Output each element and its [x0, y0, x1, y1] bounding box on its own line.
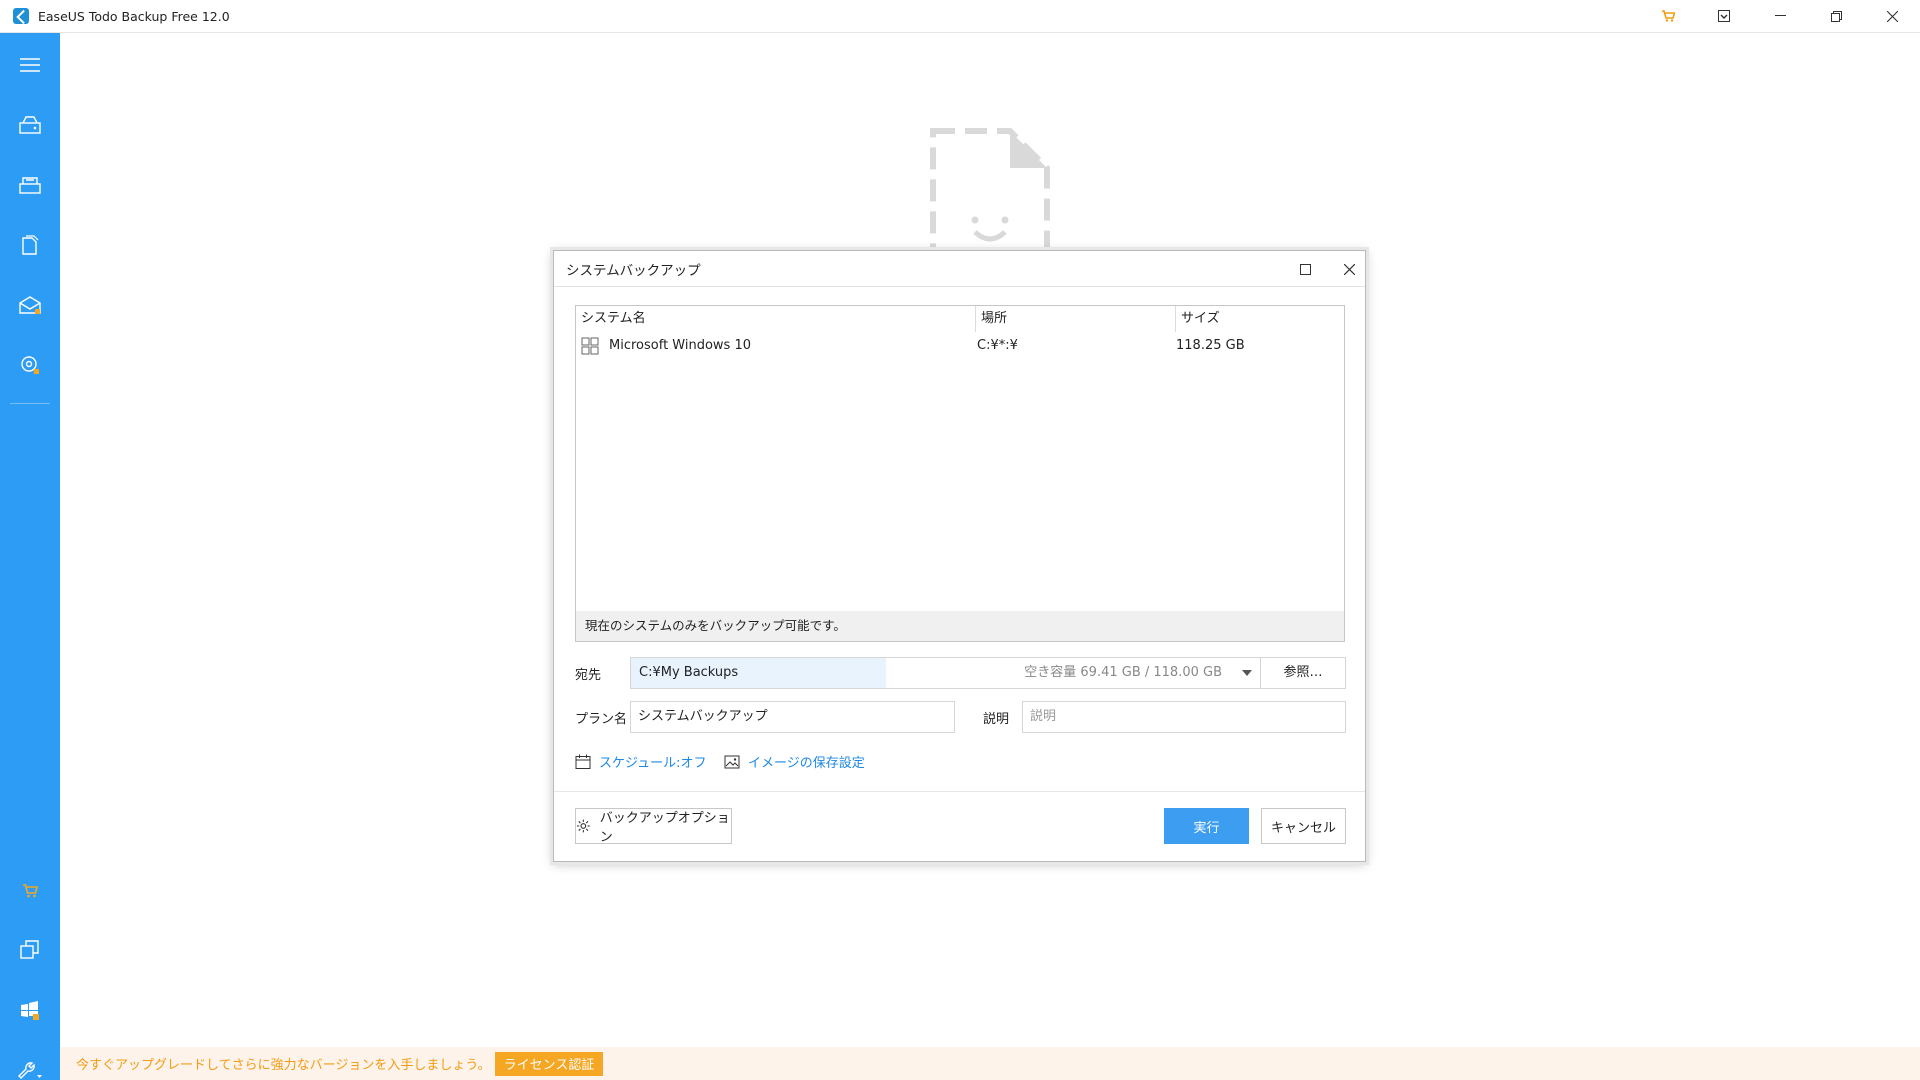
cancel-button[interactable]: キャンセル	[1261, 808, 1346, 844]
image-icon	[724, 755, 740, 768]
sidebar	[0, 33, 60, 1080]
system-backup-dialog: システムバックアップ システム名 場所 サイズ Microsoft Window…	[553, 250, 1366, 862]
license-button[interactable]: ライセンス認証	[494, 1051, 604, 1076]
system-table: システム名 場所 サイズ Microsoft Windows 10 C:¥*:¥…	[575, 305, 1345, 642]
plan-name-label: プラン名	[575, 712, 628, 727]
destination-label: 宛先	[575, 668, 602, 683]
image-settings-link[interactable]: イメージの保存設定	[724, 752, 865, 771]
wrench-icon[interactable]	[0, 1050, 60, 1080]
schedule-link[interactable]: スケジュール:オフ	[575, 752, 706, 771]
chevron-down-icon[interactable]	[1242, 670, 1252, 676]
calendar-icon	[575, 754, 591, 769]
backup-options-label: バックアップオプション	[599, 811, 730, 845]
upgrade-bar: 今すぐアップグレードしてさらに強力なバージョンを入手しましょう。 ライセンス認証	[60, 1047, 1920, 1080]
minimize-icon[interactable]	[1752, 0, 1808, 32]
restore-icon[interactable]	[1808, 0, 1864, 32]
dialog-header: システムバックアップ	[554, 251, 1365, 287]
empty-state-illustration	[930, 128, 1050, 258]
destination-value: C:¥My Backups	[639, 665, 739, 680]
tools-icon[interactable]	[0, 990, 60, 1030]
location-cell: C:¥*:¥	[977, 338, 1018, 353]
disk-backup-icon[interactable]	[0, 105, 60, 145]
column-header-system-name[interactable]: システム名	[576, 306, 976, 332]
backup-options-button[interactable]: バックアップオプション	[575, 808, 732, 845]
description-input[interactable]: 説明	[1022, 701, 1346, 733]
description-label: 説明	[983, 712, 1010, 727]
clone-icon[interactable]	[0, 930, 60, 970]
table-footer-note: 現在のシステムのみをバックアップ可能です。	[576, 611, 1344, 641]
cart-icon[interactable]	[0, 871, 60, 911]
free-space-text: 空き容量 69.41 GB / 118.00 GB	[1024, 665, 1222, 680]
upgrade-text: 今すぐアップグレードしてさらに強力なバージョンを入手しましょう。	[76, 1058, 491, 1073]
close-icon[interactable]	[1327, 251, 1371, 287]
partition-backup-icon[interactable]	[0, 165, 60, 205]
size-cell: 118.25 GB	[1176, 338, 1245, 353]
plan-name-input[interactable]: システムバックアップ	[630, 701, 955, 733]
run-button[interactable]: 実行	[1164, 808, 1249, 844]
maximize-icon[interactable]	[1283, 251, 1327, 287]
download-icon[interactable]	[1696, 0, 1752, 32]
close-icon[interactable]	[1864, 0, 1920, 32]
destination-field[interactable]: C:¥My Backups 空き容量 69.41 GB / 118.00 GB	[630, 657, 1261, 689]
system-name-cell: Microsoft Windows 10	[609, 338, 751, 353]
column-header-size[interactable]: サイズ	[1176, 306, 1344, 332]
windows-icon	[581, 337, 599, 357]
dialog-title: システムバックアップ	[566, 262, 701, 279]
column-header-location[interactable]: 場所	[976, 306, 1176, 332]
image-settings-link-text[interactable]: イメージの保存設定	[748, 752, 865, 771]
file-backup-icon[interactable]	[0, 225, 60, 265]
title-bar: EaseUS Todo Backup Free 12.0	[0, 0, 1920, 33]
system-backup-icon[interactable]	[0, 345, 60, 385]
mail-backup-icon[interactable]	[0, 285, 60, 325]
app-logo-icon	[13, 8, 29, 24]
cart-icon[interactable]	[1640, 0, 1696, 32]
browse-button[interactable]: 参照…	[1260, 657, 1346, 689]
app-title: EaseUS Todo Backup Free 12.0	[38, 8, 230, 24]
gear-icon	[576, 819, 590, 833]
menu-icon[interactable]	[0, 45, 60, 85]
schedule-link-text[interactable]: スケジュール:オフ	[599, 752, 706, 771]
